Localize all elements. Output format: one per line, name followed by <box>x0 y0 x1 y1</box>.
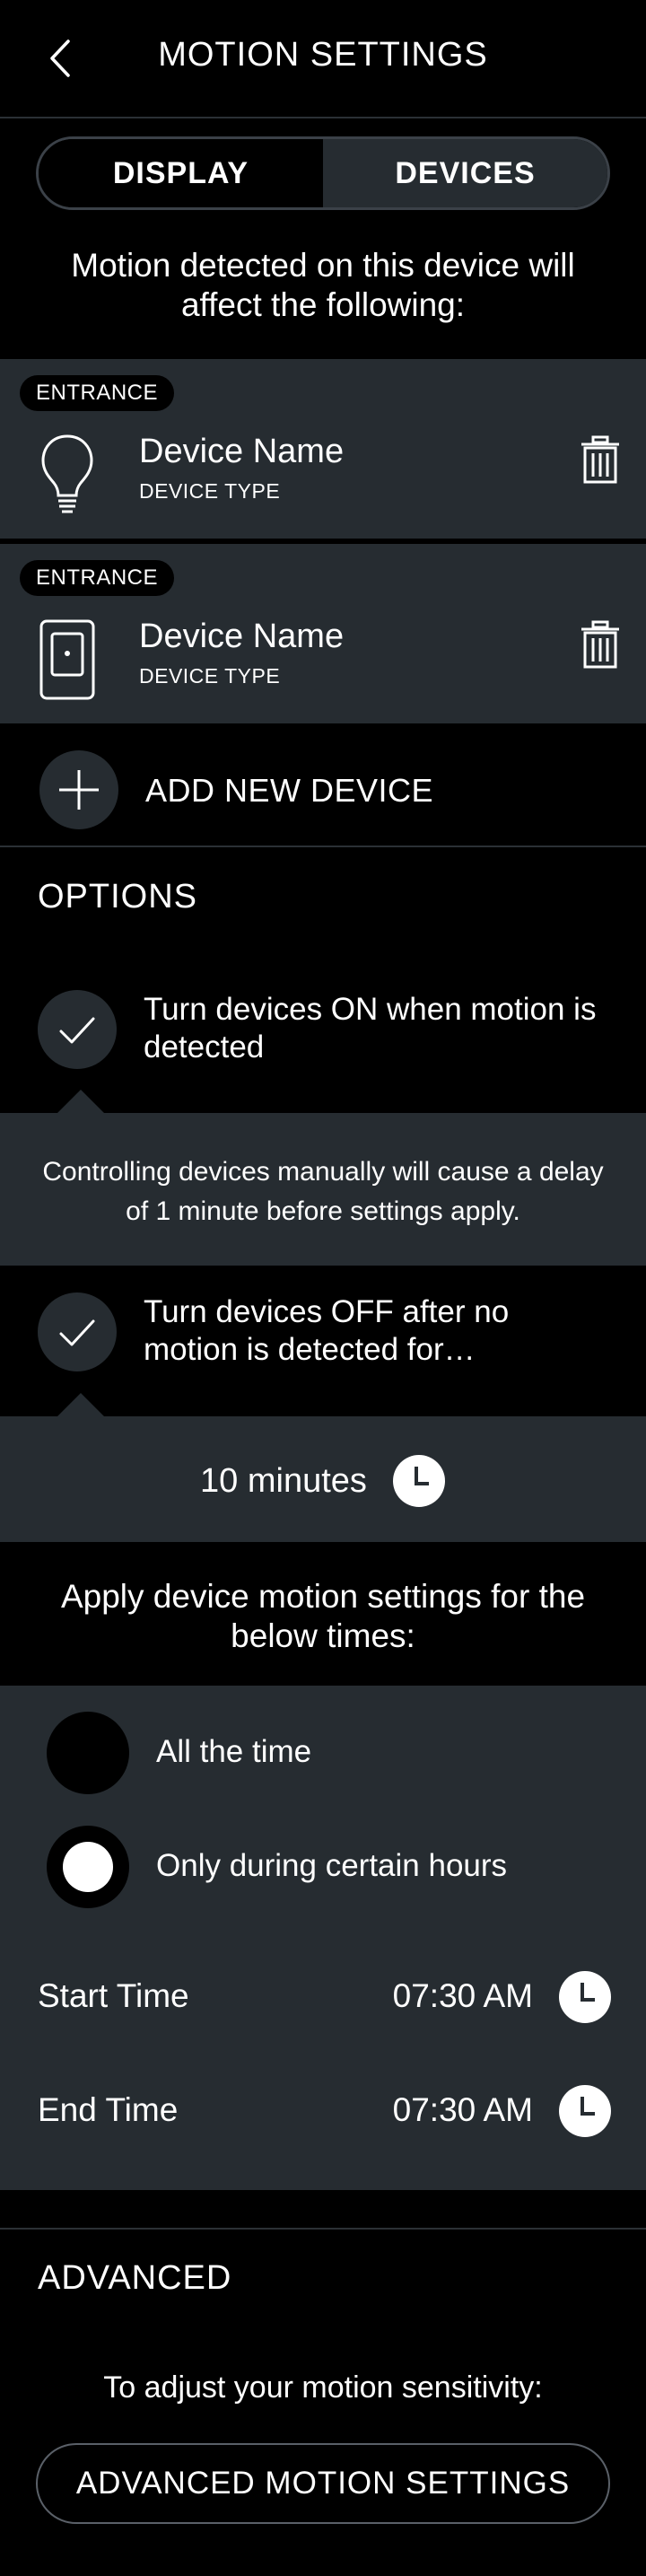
checkmark-icon <box>59 1017 95 1044</box>
schedule-title: Apply device motion settings for the bel… <box>60 1578 586 1654</box>
turn-on-label: Turn devices ON when motion is detected <box>144 992 597 1065</box>
checkmark-icon <box>59 1319 95 1346</box>
start-time-label: Start Time <box>38 1977 189 2014</box>
clock-icon[interactable] <box>392 1454 446 1508</box>
light-bulb-icon <box>41 434 93 513</box>
radio-certain-hours-label: Only during certain hours <box>156 1848 508 1883</box>
tab-bar: DISPLAY DEVICES <box>36 136 610 210</box>
radio-certain-hours[interactable] <box>47 1826 129 1908</box>
advanced-motion-settings-button[interactable]: ADVANCED MOTION SETTINGS <box>36 2443 610 2524</box>
header: MOTION SETTINGS <box>0 0 646 118</box>
turn-off-checkbox[interactable] <box>38 1292 117 1371</box>
clock-icon[interactable] <box>558 2084 612 2138</box>
switch-device-icon <box>39 619 95 700</box>
device-type: DEVICE TYPE <box>139 479 281 503</box>
turn-on-checkbox[interactable] <box>38 990 117 1069</box>
device-row[interactable]: ENTRANCE Device Name DEVICE TYPE <box>0 359 646 539</box>
schedule-panel: All the time Only during certain hours S… <box>0 1686 646 2190</box>
manual-control-info-text: Controlling devices manually will cause … <box>42 1157 604 1226</box>
plus-icon <box>39 750 118 829</box>
end-time-label: End Time <box>38 2091 179 2128</box>
manual-control-info: Controlling devices manually will cause … <box>0 1090 646 1266</box>
clock-icon[interactable] <box>558 1970 612 2024</box>
device-type: DEVICE TYPE <box>139 664 281 688</box>
device-name: Device Name <box>139 618 345 655</box>
end-time-value[interactable]: 07:30 AM <box>393 2091 533 2129</box>
radio-all-the-time-label: All the time <box>156 1734 312 1769</box>
duration-picker[interactable]: 10 minutes <box>0 1393 646 1542</box>
tab-devices[interactable]: DEVICES <box>323 139 607 207</box>
advanced-title: ADVANCED <box>38 2259 232 2297</box>
page-title: MOTION SETTINGS <box>158 36 488 74</box>
add-new-device-label: ADD NEW DEVICE <box>145 772 434 809</box>
duration-value: 10 minutes <box>200 1461 367 1500</box>
motion-settings-screen: MOTION SETTINGS DISPLAY DEVICES Motion d… <box>0 0 646 2576</box>
options-title: OPTIONS <box>38 878 198 916</box>
start-time-value[interactable]: 07:30 AM <box>393 1977 533 2015</box>
advanced-description: To adjust your motion sensitivity: <box>103 2370 543 2405</box>
intro-text: Motion detected on this device will affe… <box>71 247 575 323</box>
radio-all-the-time[interactable] <box>47 1712 129 1794</box>
location-tag: ENTRANCE <box>20 560 175 596</box>
tab-display[interactable]: DISPLAY <box>39 139 323 207</box>
turn-off-label: Turn devices OFF after no motion is dete… <box>144 1294 510 1367</box>
location-tag: ENTRANCE <box>20 375 175 411</box>
device-row[interactable]: ENTRANCE Device Name DEVICE TYPE <box>0 544 646 723</box>
section-divider <box>0 2228 646 2230</box>
add-new-device-button[interactable]: ADD NEW DEVICE <box>0 723 646 847</box>
trash-icon[interactable] <box>579 435 622 484</box>
trash-icon[interactable] <box>579 620 622 669</box>
device-name: Device Name <box>139 433 345 470</box>
